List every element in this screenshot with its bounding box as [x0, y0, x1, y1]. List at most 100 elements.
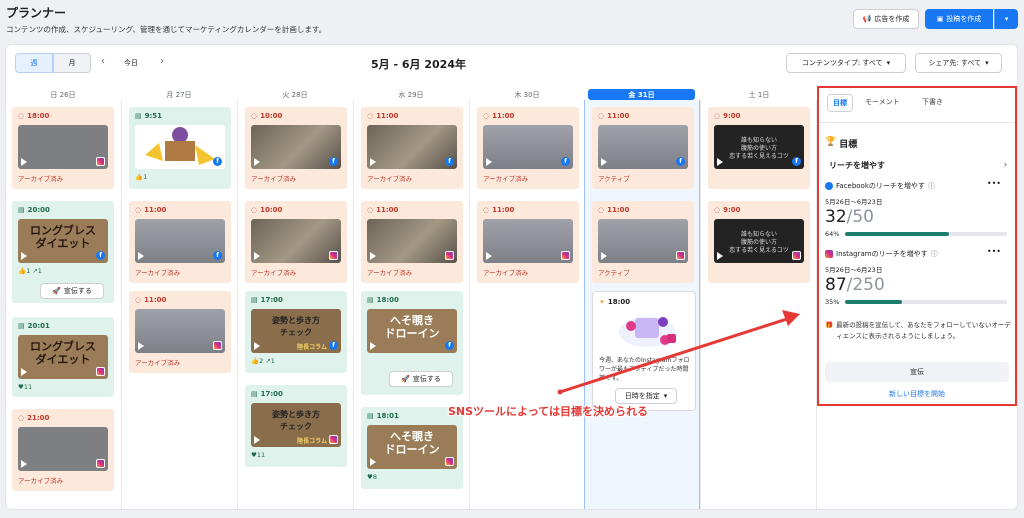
tab-goals[interactable]: 目標: [827, 94, 853, 112]
play-icon: [21, 158, 27, 166]
post-card[interactable]: ▤ 17:00 姿勢と歩き方 チェック 陸長コラム ♥11: [245, 385, 347, 467]
thumbnail-title: 姿勢と歩き方 チェック: [272, 410, 320, 431]
time-label: 20:01: [27, 322, 50, 330]
play-icon: [601, 158, 607, 166]
day-header-wed: 水 29日: [398, 90, 424, 99]
time-label: 10:00: [260, 206, 283, 214]
post-card[interactable]: ◌ 11:00 f アーカイブ済み: [361, 107, 463, 189]
card-time: ◌ 9:00: [714, 112, 741, 120]
post-card[interactable]: ◌ 10:00 アーカイブ済み: [245, 201, 347, 283]
instagram-icon: [676, 251, 685, 260]
time-label: 11:00: [492, 112, 515, 120]
view-month-button[interactable]: 月: [53, 53, 91, 73]
post-card[interactable]: ◌ 18:00 アーカイブ済み: [12, 107, 114, 189]
card-time: ◌ 18:00: [18, 112, 49, 120]
card-time: ▤ 18:00: [367, 296, 399, 304]
new-goal-link[interactable]: 新しい目標を開始: [819, 389, 1015, 399]
ig-progress-fill: [845, 300, 902, 304]
day-header-sat: 土 1日: [748, 90, 770, 99]
fb-goal-value: 32/50: [825, 207, 874, 227]
share-to-label: シェア先: すべて: [928, 59, 982, 67]
instagram-icon: [445, 251, 454, 260]
caret-down-icon: ▾: [985, 59, 989, 67]
thumbnail-brand: 陸長コラム: [297, 344, 327, 351]
post-card[interactable]: ◌ 21:00 アーカイブ済み: [12, 409, 114, 491]
trophy-icon: 🏆: [825, 137, 837, 147]
week-label: 週: [30, 59, 38, 67]
post-card[interactable]: ▤ 18:01 へそ覗き ドローイン ♥8: [361, 407, 463, 489]
clock-icon: ◌: [598, 206, 605, 214]
view-week-button[interactable]: 週: [15, 53, 53, 73]
fb-progress-bar: [845, 232, 1007, 236]
create-post-dropdown[interactable]: ▾: [994, 9, 1018, 29]
reach-goal-row[interactable]: リーチを増やす ›: [829, 160, 1007, 171]
post-card[interactable]: ▤ 17:00 姿勢と歩き方 チェック 陸長コラム f 👍2 ↗1: [245, 291, 347, 373]
prev-arrow-icon[interactable]: ‹: [101, 56, 105, 67]
post-card[interactable]: ▤ 20:01 ロングブレス ダイエット ♥11: [12, 317, 114, 397]
status-label: アーカイブ済み: [135, 359, 181, 367]
post-card[interactable]: ◌ 11:00 アクティブ: [592, 201, 694, 283]
post-stats: 👍2 ↗1: [251, 357, 275, 365]
play-icon: [486, 252, 492, 260]
clock-icon: ◌: [483, 112, 490, 120]
ig-goal-dates: 5月26日〜6月23日: [825, 266, 883, 274]
post-card[interactable]: ◌ 9:00 誰も知らない 腹筋の使い方 恋する若く見えるコツ f: [708, 107, 810, 189]
post-card[interactable]: ◌ 11:00 f アーカイブ済み: [129, 201, 231, 283]
fb-goal-dates: 5月26日〜6月23日: [825, 198, 883, 206]
post-card[interactable]: ▤ 20:00 ロングブレス ダイエット f 👍1 ↗1 🚀 宣伝する: [12, 201, 114, 303]
goals-heading-label: 目標: [839, 140, 858, 150]
boost-button[interactable]: 🚀 宣伝する: [389, 371, 453, 387]
calendar-icon: ▤: [367, 296, 374, 304]
share-count: 1: [37, 267, 42, 275]
column-divider: [700, 100, 701, 509]
like-icon: 👍: [135, 173, 144, 181]
day-header-mon: 月 27日: [166, 90, 192, 99]
promote-button[interactable]: 宣伝: [825, 362, 1009, 382]
post-card[interactable]: ◌ 9:00 誰も知らない 腹筋の使い方 恋する若く見えるコツ: [708, 201, 810, 283]
next-arrow-icon[interactable]: ›: [160, 56, 164, 67]
play-icon: [138, 342, 144, 350]
create-post-button[interactable]: ▣ 投稿を作成: [925, 9, 993, 29]
suggested-time-card[interactable]: ✦ 18:00 今週、あなたのInstagramフォロワーが最もアクティブだった時…: [592, 291, 696, 411]
time-label: 11:00: [607, 206, 630, 214]
gift-icon: 🎁: [825, 321, 834, 329]
post-card[interactable]: ◌ 11:00 f アーカイブ済み: [477, 107, 579, 189]
suggestion-text: 今週、あなたのInstagramフォロワーが最もアクティブだった時間帯です。: [599, 357, 690, 382]
time-label: 18:01: [376, 412, 399, 420]
status-label: アーカイブ済み: [483, 269, 529, 277]
ig-goal-label: Instagramのリーチを増やす: [836, 250, 928, 258]
today-button[interactable]: 今日: [124, 58, 138, 68]
caret-down-icon: ▾: [886, 59, 891, 67]
post-thumbnail: [483, 219, 573, 263]
facebook-icon: f: [445, 157, 454, 166]
post-thumbnail: 誰も知らない 腹筋の使い方 恋する若く見えるコツ f: [714, 125, 804, 169]
post-card[interactable]: ◌ 11:00 アーカイブ済み: [477, 201, 579, 283]
play-icon: [370, 158, 376, 166]
boost-button[interactable]: 🚀 宣伝する: [40, 283, 104, 299]
calendar-icon: ▤: [251, 390, 258, 398]
set-time-button[interactable]: 日時を指定 ▾: [615, 388, 677, 404]
time-label: 20:00: [27, 206, 50, 214]
content-type-filter[interactable]: コンテンツタイプ: すべて ▾: [786, 53, 906, 73]
post-card[interactable]: ▤ 9:51 f 👍1: [129, 107, 231, 189]
post-card[interactable]: ◌ 11:00 f アクティブ: [592, 107, 694, 189]
status-label: アーカイブ済み: [18, 477, 64, 485]
post-card[interactable]: ◌ 11:00 アーカイブ済み: [129, 291, 231, 373]
card-time: ◌ 11:00: [598, 112, 629, 120]
post-card[interactable]: ◌ 11:00 アーカイブ済み: [361, 201, 463, 283]
share-to-filter[interactable]: シェア先: すべて ▾: [915, 53, 1002, 73]
suggested-time: ✦ 18:00: [599, 298, 630, 306]
tab-moments[interactable]: モーメント: [865, 97, 900, 107]
facebook-icon: f: [329, 157, 338, 166]
more-icon[interactable]: •••: [987, 247, 1001, 256]
card-time: ◌ 21:00: [18, 414, 49, 422]
card-time: ◌ 11:00: [135, 296, 166, 304]
page-header: プランナー コンテンツの作成、スケジューリング、管理を通じてマーケティングカレン…: [6, 4, 326, 35]
post-stats: 👍1: [135, 173, 147, 181]
post-card[interactable]: ▤ 18:00 へそ覗き ドローイン f 🚀 宣伝する: [361, 291, 463, 395]
more-icon[interactable]: •••: [987, 179, 1001, 188]
clock-icon: ◌: [135, 206, 142, 214]
tab-drafts[interactable]: 下書き: [922, 97, 943, 107]
post-card[interactable]: ◌ 10:00 f アーカイブ済み: [245, 107, 347, 189]
create-ad-button[interactable]: 📢 広告を作成: [853, 9, 919, 29]
